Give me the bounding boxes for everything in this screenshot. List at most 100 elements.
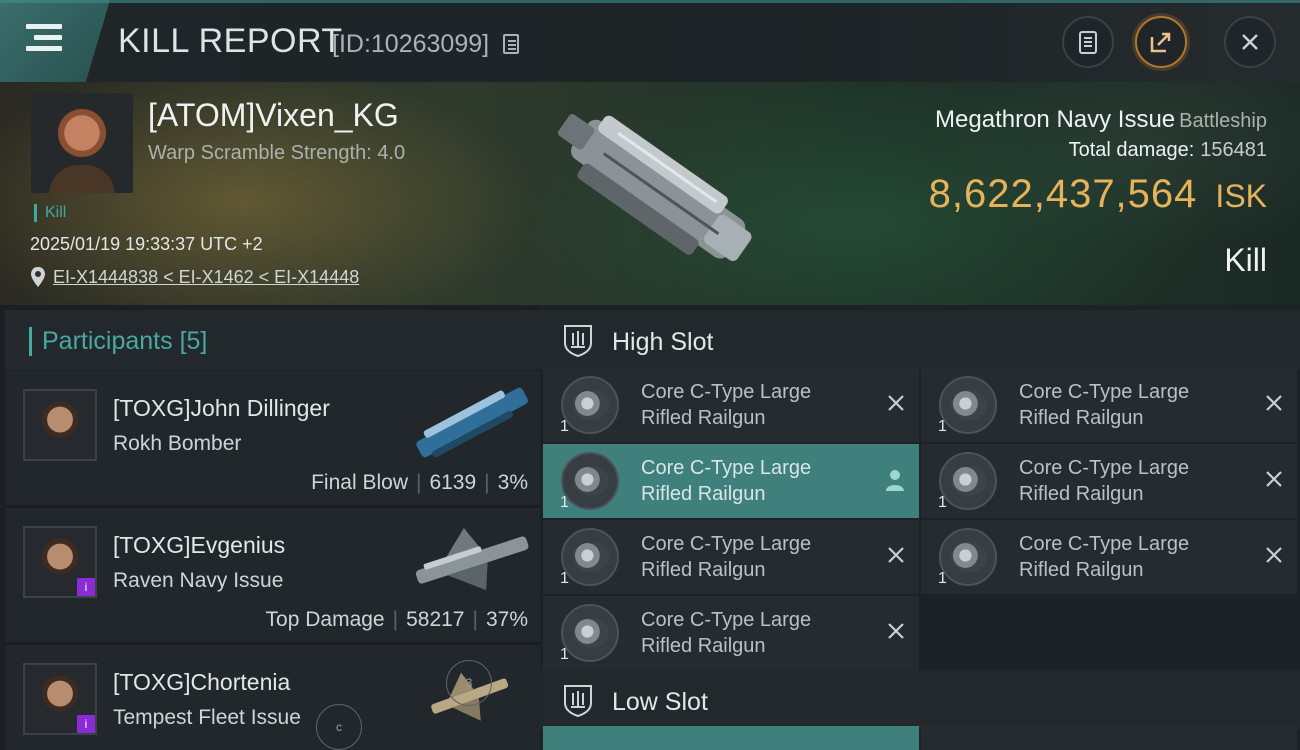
victim-ship-name[interactable]: Megathron Navy Issue Battleship <box>935 106 1267 134</box>
total-damage-label: Total damage: <box>1068 139 1195 161</box>
participant-stats: Final Blow | 6139 | 3% <box>311 471 528 494</box>
participants-header: Participants [5] <box>5 310 540 370</box>
module-item-selected[interactable] <box>543 726 919 750</box>
participant-row[interactable]: i [TOXG]Evgenius Raven Navy Issue Top Da… <box>5 508 540 642</box>
page-title: KILL REPORT <box>118 22 343 60</box>
clipboard-icon <box>1079 31 1097 54</box>
module-item[interactable]: 1 Core C-Type Large Rifled Railgun <box>921 520 1297 594</box>
isk-amount: 8,622,437,564 <box>928 172 1198 216</box>
railgun-icon <box>561 604 619 662</box>
ship-class-text: Battleship <box>1179 110 1267 132</box>
participant-percent: 3% <box>497 471 528 494</box>
module-item[interactable]: 1 Core C-Type Large Rifled Railgun <box>543 596 919 670</box>
kill-location-link[interactable]: EI-X1444838 < EI-X1462 < EI-X14448 <box>53 267 359 288</box>
total-damage: Total damage: 156481 <box>1069 139 1267 162</box>
participant-ship-image <box>416 387 528 458</box>
result-label: Kill <box>1224 242 1267 278</box>
destroyed-icon <box>888 395 904 411</box>
module-qty: 1 <box>560 570 569 587</box>
participant-ship: Raven Navy Issue <box>113 569 284 592</box>
victim-ship-image <box>558 114 752 261</box>
destroyed-icon <box>888 547 904 563</box>
railgun-icon <box>939 376 997 434</box>
railgun-icon <box>939 452 997 510</box>
participant-role: Final Blow <box>311 471 408 494</box>
participant-ship: Tempest Fleet Issue <box>113 706 301 729</box>
isk-unit: ISK <box>1215 178 1267 214</box>
low-slot-title: Low Slot <box>612 688 708 716</box>
high-slot-header: High Slot <box>540 310 1300 370</box>
participant-name: [TOXG]Evgenius <box>113 532 286 558</box>
victim-warp-scramble: Warp Scramble Strength: 4.0 <box>148 142 406 164</box>
destroyed-icon <box>1266 395 1282 411</box>
participant-name: [TOXG]Chortenia <box>113 669 291 695</box>
share-button[interactable] <box>1135 16 1187 68</box>
ship-name-text: Megathron Navy Issue <box>935 106 1176 133</box>
module-item[interactable]: 1 Core C-Type Large Rifled Railgun <box>543 368 919 442</box>
top-bar: KILL REPORT [ID:10263099] <box>0 0 1300 82</box>
participant-damage: 58217 <box>406 608 465 631</box>
info-badge-icon[interactable]: i <box>77 578 95 596</box>
overlay-circle[interactable]: 3 <box>446 660 492 706</box>
participant-ship: Rokh Bomber <box>113 432 242 455</box>
clipboard-button[interactable] <box>1062 16 1114 68</box>
high-slot-title: High Slot <box>612 328 714 356</box>
report-id: [ID:10263099] <box>332 30 490 58</box>
destroyed-icon <box>888 623 904 639</box>
participants-panel: Participants [5] [TOXG]John Dillinger Ro… <box>0 305 540 750</box>
module-name: Core C-Type Large Rifled Railgun <box>641 381 812 429</box>
destroyed-icon <box>1266 547 1282 563</box>
victim-avatar[interactable] <box>31 93 133 193</box>
module-name: Core C-Type Large Rifled Railgun <box>1019 457 1190 505</box>
module-qty: 1 <box>560 418 569 435</box>
module-name: Core C-Type Large Rifled Railgun <box>641 533 812 581</box>
kill-timestamp: 2025/01/19 19:33:37 UTC +2 <box>30 234 263 254</box>
railgun-icon <box>939 528 997 586</box>
module-qty: 1 <box>938 570 947 587</box>
module-item[interactable]: 1 Core C-Type Large Rifled Railgun <box>921 368 1297 442</box>
low-slot-header: Low Slot <box>540 670 1300 730</box>
participant-damage: 6139 <box>429 471 477 494</box>
participant-avatar[interactable] <box>23 389 97 461</box>
copy-icon[interactable] <box>503 34 519 54</box>
fitting-panel: High Slot 1 Core C-Type Large Rifled Rail… <box>540 305 1300 750</box>
victim-panel: [ATOM]Vixen_KG Warp Scramble Strength: 4… <box>0 82 1300 305</box>
module-item[interactable]: 1 Core C-Type Large Rifled Railgun <box>921 444 1297 518</box>
share-icon <box>1150 32 1171 53</box>
module-name: Core C-Type Large Rifled Railgun <box>1019 381 1190 429</box>
participants-title-text: Participants <box>42 327 173 355</box>
module-item[interactable] <box>921 726 1297 750</box>
module-name: Core C-Type Large Rifled Railgun <box>641 609 812 657</box>
participant-name: [TOXG]John Dillinger <box>113 395 330 421</box>
module-item-selected[interactable]: 1 Core C-Type Large Rifled Railgun <box>543 444 919 518</box>
module-item[interactable]: 1 Core C-Type Large Rifled Railgun <box>543 520 919 594</box>
destroyed-icon <box>1266 471 1282 487</box>
participant-ship-image <box>415 528 529 591</box>
railgun-icon <box>561 528 619 586</box>
close-button[interactable] <box>1224 16 1276 68</box>
close-icon <box>1242 34 1258 50</box>
isk-value: 8,622,437,564 ISK <box>929 172 1267 217</box>
victim-name[interactable]: [ATOM]Vixen_KG <box>148 97 399 134</box>
location-pin-icon <box>31 267 45 287</box>
participants-title: Participants [5] <box>29 327 207 356</box>
low-slot-icon <box>564 685 592 717</box>
menu-button[interactable] <box>0 0 110 82</box>
total-damage-value: 156481 <box>1200 139 1267 161</box>
participant-row[interactable]: [TOXG]John Dillinger Rokh Bomber Final B… <box>5 371 540 505</box>
high-slot-icon <box>564 325 592 357</box>
participant-percent: 37% <box>485 608 528 631</box>
info-badge-icon[interactable]: i <box>77 715 95 733</box>
overlay-circle[interactable]: c <box>316 704 362 750</box>
module-name: Core C-Type Large Rifled Railgun <box>641 457 812 505</box>
hamburger-menu-icon <box>26 24 62 54</box>
railgun-icon <box>561 452 619 510</box>
participant-role: Top Damage <box>265 608 385 631</box>
participant-stats: Top Damage | 58217 | 37% <box>265 608 528 631</box>
module-qty: 1 <box>560 646 569 663</box>
module-name: Core C-Type Large Rifled Railgun <box>1019 533 1190 581</box>
module-qty: 1 <box>938 494 947 511</box>
kill-tag: Kill <box>34 204 66 222</box>
person-icon <box>886 470 904 491</box>
module-qty: 1 <box>560 494 569 511</box>
